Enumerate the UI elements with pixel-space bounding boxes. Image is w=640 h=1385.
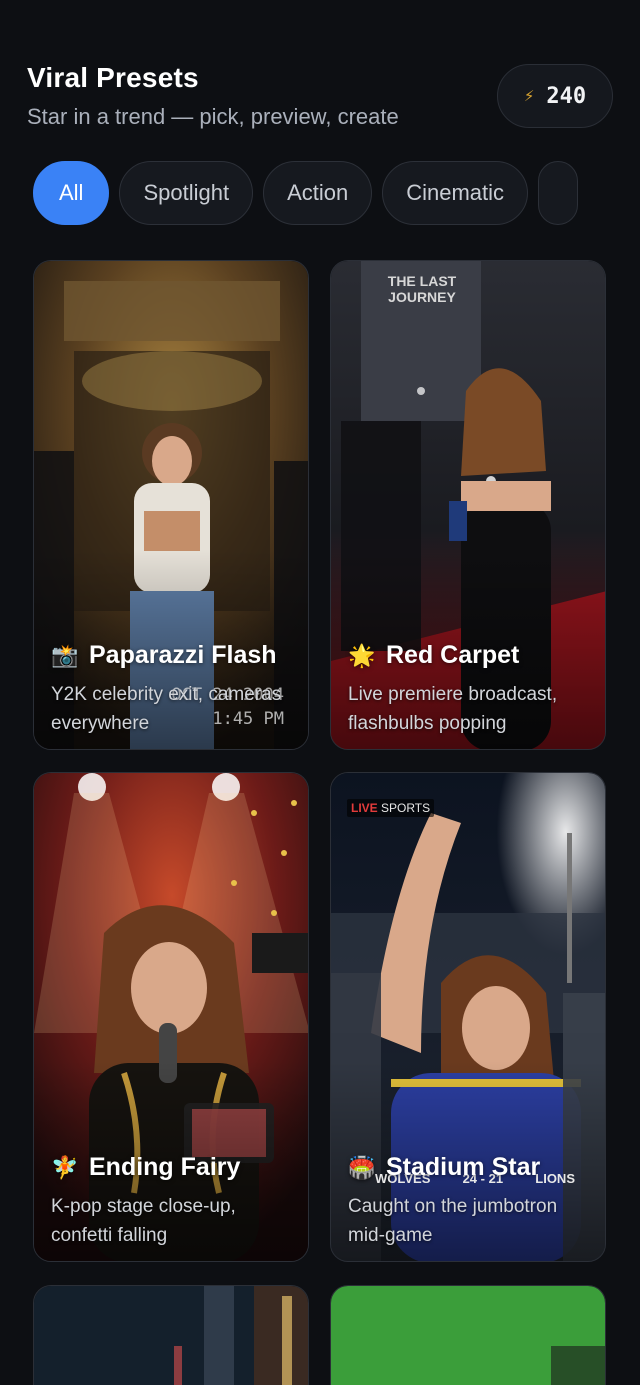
camera-icon: 📸: [51, 642, 79, 668]
preset-card-paparazzi-flash[interactable]: OCT 24 2004 1:45 PM 📸 Paparazzi Flash Y2…: [33, 260, 309, 750]
chip-action[interactable]: Action: [263, 161, 373, 225]
filter-chips: All Spotlight Action Cinematic: [33, 161, 607, 227]
card-info: 📸 Paparazzi Flash Y2K celebrity exit, ca…: [51, 641, 294, 738]
card-description: K-pop stage close-up, confetti falling: [51, 1196, 236, 1246]
star-icon: 🌟: [348, 642, 376, 668]
card-info: 🌟 Red Carpet Live premiere broadcast, fl…: [348, 641, 591, 738]
card-description: Live premiere broadcast, flashbulbs popp…: [348, 684, 558, 734]
chip-more[interactable]: [538, 161, 579, 225]
card-info: 🏟️ Stadium Star Caught on the jumbotron …: [348, 1153, 591, 1250]
preset-card-red-carpet[interactable]: THE LAST JOURNEY 🌟 Red Carpet Live premi…: [330, 260, 606, 750]
credits-count: 240: [546, 83, 587, 109]
lightning-bolt-icon: ⚡: [523, 88, 535, 105]
preset-image-greenscreen: [331, 1286, 605, 1385]
preset-card-next-right[interactable]: [330, 1285, 606, 1385]
chip-all[interactable]: All: [33, 161, 110, 225]
live-sports-badge: LIVE SPORTS: [347, 799, 435, 817]
credits-badge[interactable]: ⚡ 240: [497, 64, 613, 128]
card-title: Stadium Star: [386, 1153, 541, 1181]
preset-card-ending-fairy[interactable]: 🧚 Ending Fairy K-pop stage close-up, con…: [33, 772, 309, 1262]
preset-card-stadium-star[interactable]: LIVE SPORTS WOLVES 24 - 21 LIONS 🏟️ Stad…: [330, 772, 606, 1262]
header: Viral Presets Star in a trend — pick, pr…: [27, 62, 613, 132]
chip-cinematic[interactable]: Cinematic: [382, 161, 529, 225]
sports-label: SPORTS: [381, 801, 431, 815]
card-title-row: 🧚 Ending Fairy: [51, 1153, 294, 1182]
premiere-banner: THE LAST JOURNEY: [387, 273, 457, 305]
card-title: Ending Fairy: [89, 1153, 241, 1181]
chip-spotlight[interactable]: Spotlight: [119, 161, 254, 225]
card-title: Paparazzi Flash: [89, 641, 277, 669]
fairy-icon: 🧚: [51, 1154, 79, 1180]
card-title-row: 🌟 Red Carpet: [348, 641, 591, 670]
viral-presets-screen: Viral Presets Star in a trend — pick, pr…: [0, 0, 640, 1385]
preset-image-city: [34, 1286, 308, 1385]
stadium-icon: 🏟️: [348, 1154, 376, 1180]
card-title: Red Carpet: [386, 641, 520, 669]
card-description: Y2K celebrity exit, cameras everywhere: [51, 684, 282, 734]
card-title-row: 🏟️ Stadium Star: [348, 1153, 591, 1182]
preset-card-next-left[interactable]: [33, 1285, 309, 1385]
card-description: Caught on the jumbotron mid-game: [348, 1196, 558, 1246]
live-label: LIVE: [351, 801, 378, 815]
card-title-row: 📸 Paparazzi Flash: [51, 641, 294, 670]
page-subtitle: Star in a trend — pick, preview, create: [27, 104, 399, 129]
card-info: 🧚 Ending Fairy K-pop stage close-up, con…: [51, 1153, 294, 1250]
